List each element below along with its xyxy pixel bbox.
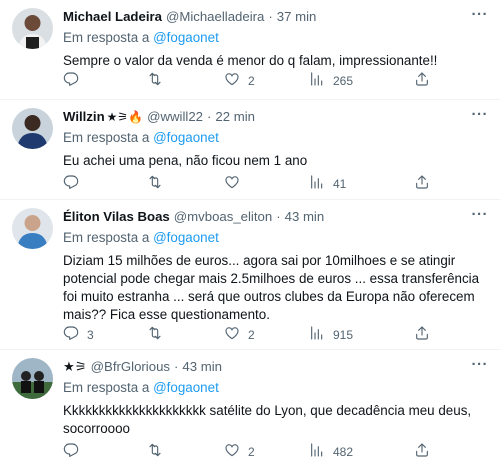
avatar[interactable] (12, 108, 53, 149)
share-button[interactable] (414, 442, 430, 461)
timestamp[interactable]: 43 min (182, 358, 222, 376)
like-button[interactable]: 2 (224, 325, 255, 344)
handle[interactable]: @mvboas_eliton (174, 208, 272, 226)
reply-button[interactable]: 3 (63, 325, 94, 344)
reply-button[interactable] (63, 174, 87, 193)
retweet-icon (147, 325, 163, 344)
like-count: 2 (248, 73, 255, 88)
handle[interactable]: @BfrGlorious (91, 358, 170, 376)
views-icon (309, 174, 325, 193)
tweet[interactable]: Éliton Vilas Boas @mvboas_eliton · 43 mi… (0, 200, 500, 350)
reply-prefix: Em resposta a (63, 130, 150, 145)
handle[interactable]: @wwill22 (147, 108, 203, 126)
tweet[interactable]: Michael Ladeira @Michaelladeira · 37 min… (0, 0, 500, 100)
like-button[interactable] (224, 174, 248, 193)
separator: · (207, 109, 212, 124)
reply-context: Em resposta a @fogaonet (63, 129, 488, 147)
tweet-actions: 3 2 915 (63, 325, 488, 343)
display-name[interactable]: ★⚞ (63, 358, 87, 376)
retweet-icon (147, 174, 163, 193)
reply-button[interactable] (63, 71, 87, 90)
share-button[interactable] (414, 71, 430, 90)
retweet-button[interactable] (147, 442, 171, 461)
tweet-text: Kkkkkkkkkkkkkkkkkkkkk satélite do Lyon, … (63, 403, 472, 436)
views-button[interactable]: 482 (309, 442, 353, 461)
display-name[interactable]: Éliton Vilas Boas (63, 208, 170, 226)
retweet-button[interactable] (147, 325, 171, 344)
separator: · (268, 9, 273, 24)
like-count: 2 (248, 444, 255, 459)
reply-prefix: Em resposta a (63, 30, 150, 45)
view-count: 265 (333, 73, 354, 88)
reply-icon (63, 174, 79, 193)
timestamp[interactable]: 37 min (277, 8, 317, 26)
avatar[interactable] (12, 358, 53, 399)
more-options-icon[interactable]: ··· (472, 207, 489, 222)
reply-count: 3 (87, 327, 94, 342)
tweet[interactable]: ★⚞ @BfrGlorious · 43 min ··· Em resposta… (0, 350, 500, 471)
reply-icon (63, 442, 79, 461)
more-options-icon[interactable]: ··· (472, 107, 489, 122)
name-badges: ★⚞🔥 (106, 110, 144, 124)
reply-prefix: Em resposta a (63, 230, 150, 245)
reply-target-link[interactable]: @fogaonet (153, 230, 219, 245)
retweet-icon (147, 71, 163, 90)
views-button[interactable]: 41 (309, 174, 346, 193)
reply-context: Em resposta a @fogaonet (63, 379, 488, 397)
reply-target-link[interactable]: @fogaonet (153, 30, 219, 45)
timestamp[interactable]: 22 min (215, 108, 255, 126)
views-button[interactable]: 915 (309, 325, 353, 344)
reply-context: Em resposta a @fogaonet (63, 229, 488, 247)
share-icon (414, 442, 430, 461)
view-count: 41 (333, 176, 347, 191)
reply-prefix: Em resposta a (63, 380, 150, 395)
views-icon (309, 325, 325, 344)
more-options-icon[interactable]: ··· (472, 7, 489, 22)
avatar[interactable] (12, 8, 53, 49)
reply-icon (63, 325, 79, 344)
display-name[interactable]: Willzin (63, 108, 105, 126)
share-icon (414, 71, 430, 90)
views-icon (309, 71, 325, 90)
share-icon (414, 174, 430, 193)
tweet[interactable]: Willzin ★⚞🔥 @wwill22 · 22 min ··· Em res… (0, 100, 500, 200)
views-icon (309, 442, 325, 461)
tweet-actions: 2 482 (63, 442, 488, 460)
avatar[interactable] (12, 208, 53, 249)
tweet-text: Sempre o valor da venda é menor do q fal… (63, 53, 438, 68)
separator: · (174, 359, 179, 374)
retweet-button[interactable] (147, 174, 171, 193)
timestamp[interactable]: 43 min (285, 208, 325, 226)
like-button[interactable]: 2 (224, 71, 255, 90)
reply-context: Em resposta a @fogaonet (63, 29, 488, 47)
views-button[interactable]: 265 (309, 71, 353, 90)
view-count: 915 (333, 327, 354, 342)
tweet-actions: 2 265 (63, 71, 488, 89)
reply-icon (63, 71, 79, 90)
retweet-button[interactable] (147, 71, 171, 90)
like-button[interactable]: 2 (224, 442, 255, 461)
like-icon (224, 325, 240, 344)
tweet-text: Diziam 15 milhões de euros... agora sai … (63, 253, 480, 322)
handle[interactable]: @Michaelladeira (166, 8, 264, 26)
reply-target-link[interactable]: @fogaonet (153, 130, 219, 145)
reply-target-link[interactable]: @fogaonet (153, 380, 219, 395)
like-icon (224, 442, 240, 461)
separator: · (276, 209, 281, 224)
view-count: 482 (333, 444, 354, 459)
like-count: 2 (248, 327, 255, 342)
tweet-actions: 41 (63, 174, 488, 192)
share-button[interactable] (414, 325, 430, 344)
like-icon (224, 174, 240, 193)
reply-button[interactable] (63, 442, 87, 461)
retweet-icon (147, 442, 163, 461)
display-name[interactable]: Michael Ladeira (63, 8, 162, 26)
more-options-icon[interactable]: ··· (472, 357, 489, 372)
like-icon (224, 71, 240, 90)
share-button[interactable] (414, 174, 430, 193)
share-icon (414, 325, 430, 344)
tweet-text: Eu achei uma pena, não ficou nem 1 ano (63, 153, 308, 168)
